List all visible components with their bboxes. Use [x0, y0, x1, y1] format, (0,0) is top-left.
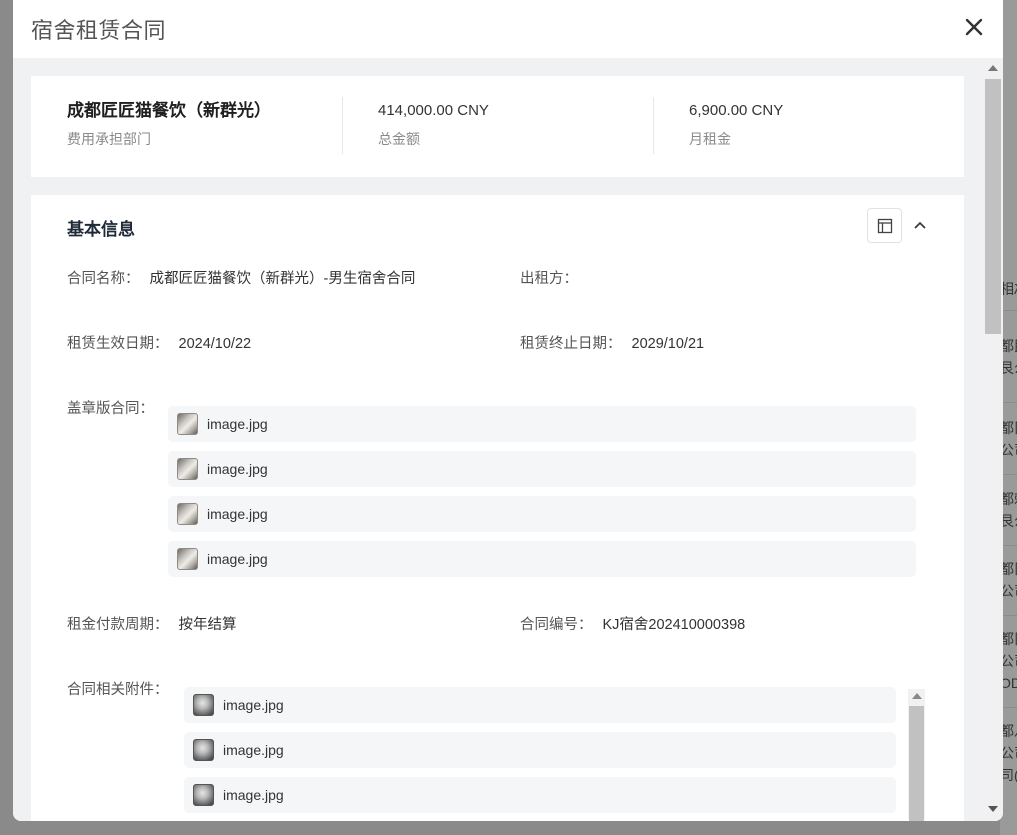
field-stamped-contract: 盖章版合同： — [67, 399, 154, 419]
scrollbar-thumb[interactable] — [909, 706, 924, 821]
attachment-file-item[interactable]: image.jpg — [184, 687, 896, 723]
field-contract-name-value: 成都匠匠猫餐饮（新群光）-男生宿舍合同 — [149, 271, 416, 287]
field-contract-name-label: 合同名称： — [67, 271, 140, 287]
summary-total: 414,000.00 CNY 总金额 — [342, 76, 653, 177]
modal-header: 宿舍租赁合同 — [13, 0, 1003, 58]
summary-department: 成都匠匠猫餐饮（新群光） 费用承担部门 — [31, 76, 342, 177]
field-attachments: 合同相关附件： — [67, 680, 169, 700]
field-attachments-label: 合同相关附件： — [67, 682, 169, 698]
image-thumbnail — [193, 739, 214, 761]
field-start-date-value: 2024/10/22 — [178, 336, 252, 352]
summary-card: 成都匠匠猫餐饮（新群光） 费用承担部门 414,000.00 CNY 总金额 6… — [31, 76, 964, 177]
file-name: image.jpg — [207, 506, 268, 522]
image-thumbnail — [193, 784, 214, 806]
field-payment-cycle-label: 租金付款周期： — [67, 617, 169, 633]
file-name: image.jpg — [223, 787, 284, 803]
field-end-date: 租赁终止日期： 2029/10/21 — [520, 334, 704, 354]
stamped-file-item[interactable]: image.jpg — [168, 541, 916, 577]
image-thumbnail — [177, 503, 198, 525]
image-thumbnail — [177, 458, 198, 480]
summary-monthly-rent: 6,900.00 CNY 月租金 — [653, 76, 964, 177]
image-thumbnail — [193, 694, 214, 716]
field-start-date: 租赁生效日期： 2024/10/22 — [67, 334, 251, 354]
field-stamped-contract-label: 盖章版合同： — [67, 401, 154, 417]
field-start-date-label: 租赁生效日期： — [67, 336, 169, 352]
field-payment-cycle: 租金付款周期： 按年结算 — [67, 615, 237, 635]
stamped-file-item[interactable]: image.jpg — [168, 496, 916, 532]
modal-title: 宿舍租赁合同 — [31, 18, 167, 43]
image-thumbnail — [177, 413, 198, 435]
summary-monthly-rent-label: 月租金 — [689, 131, 731, 147]
field-contract-no: 合同编号： KJ宿舍202410000398 — [520, 615, 745, 635]
stamped-file-item[interactable]: image.jpg — [168, 451, 916, 487]
file-name: image.jpg — [223, 742, 284, 758]
collapse-button[interactable] — [912, 217, 928, 233]
summary-monthly-rent-value: 6,900.00 CNY — [689, 102, 784, 119]
field-contract-no-value: KJ宿舍202410000398 — [602, 617, 746, 633]
layout-toggle-button[interactable] — [867, 208, 902, 243]
stamped-file-item[interactable]: image.jpg — [168, 406, 916, 442]
file-name: image.jpg — [207, 416, 268, 432]
field-end-date-label: 租赁终止日期： — [520, 336, 622, 352]
field-contract-name: 合同名称： 成都匠匠猫餐饮（新群光）-男生宿舍合同 — [67, 269, 415, 289]
field-lessor-label: 出租方： — [520, 271, 578, 287]
modal-body: 成都匠匠猫餐饮（新群光） 费用承担部门 414,000.00 CNY 总金额 6… — [13, 58, 1003, 821]
attachments-scrollbar[interactable] — [908, 689, 925, 821]
field-contract-no-label: 合同编号： — [520, 617, 593, 633]
layout-icon — [877, 218, 892, 233]
scroll-up-arrow-icon[interactable] — [912, 693, 922, 699]
field-end-date-value: 2029/10/21 — [631, 336, 705, 352]
scroll-up-arrow-icon[interactable] — [988, 65, 998, 71]
contract-modal: 宿舍租赁合同 成都匠匠猫餐饮（新群光） 费用承担部门 414,000.00 CN… — [13, 0, 1003, 821]
modal-scrollbar[interactable] — [983, 58, 1003, 821]
close-icon — [965, 18, 983, 36]
file-name: image.jpg — [207, 551, 268, 567]
attachment-file-item[interactable]: image.jpg — [184, 732, 896, 768]
image-thumbnail — [177, 548, 198, 570]
attachment-file-item[interactable]: image.jpg — [184, 777, 896, 813]
summary-department-label: 费用承担部门 — [67, 131, 151, 147]
summary-total-label: 总金额 — [378, 131, 420, 147]
chevron-up-icon — [914, 221, 926, 229]
field-payment-cycle-value: 按年结算 — [178, 617, 237, 633]
scrollbar-thumb[interactable] — [985, 79, 1001, 334]
summary-total-value: 414,000.00 CNY — [378, 102, 489, 119]
field-lessor: 出租方： — [520, 269, 588, 289]
close-button[interactable] — [963, 16, 985, 38]
file-name: image.jpg — [223, 697, 284, 713]
scroll-down-arrow-icon[interactable] — [988, 806, 998, 812]
section-title: 基本信息 — [67, 220, 135, 239]
summary-department-value: 成都匠匠猫餐饮（新群光） — [67, 101, 271, 120]
file-name: image.jpg — [207, 461, 268, 477]
